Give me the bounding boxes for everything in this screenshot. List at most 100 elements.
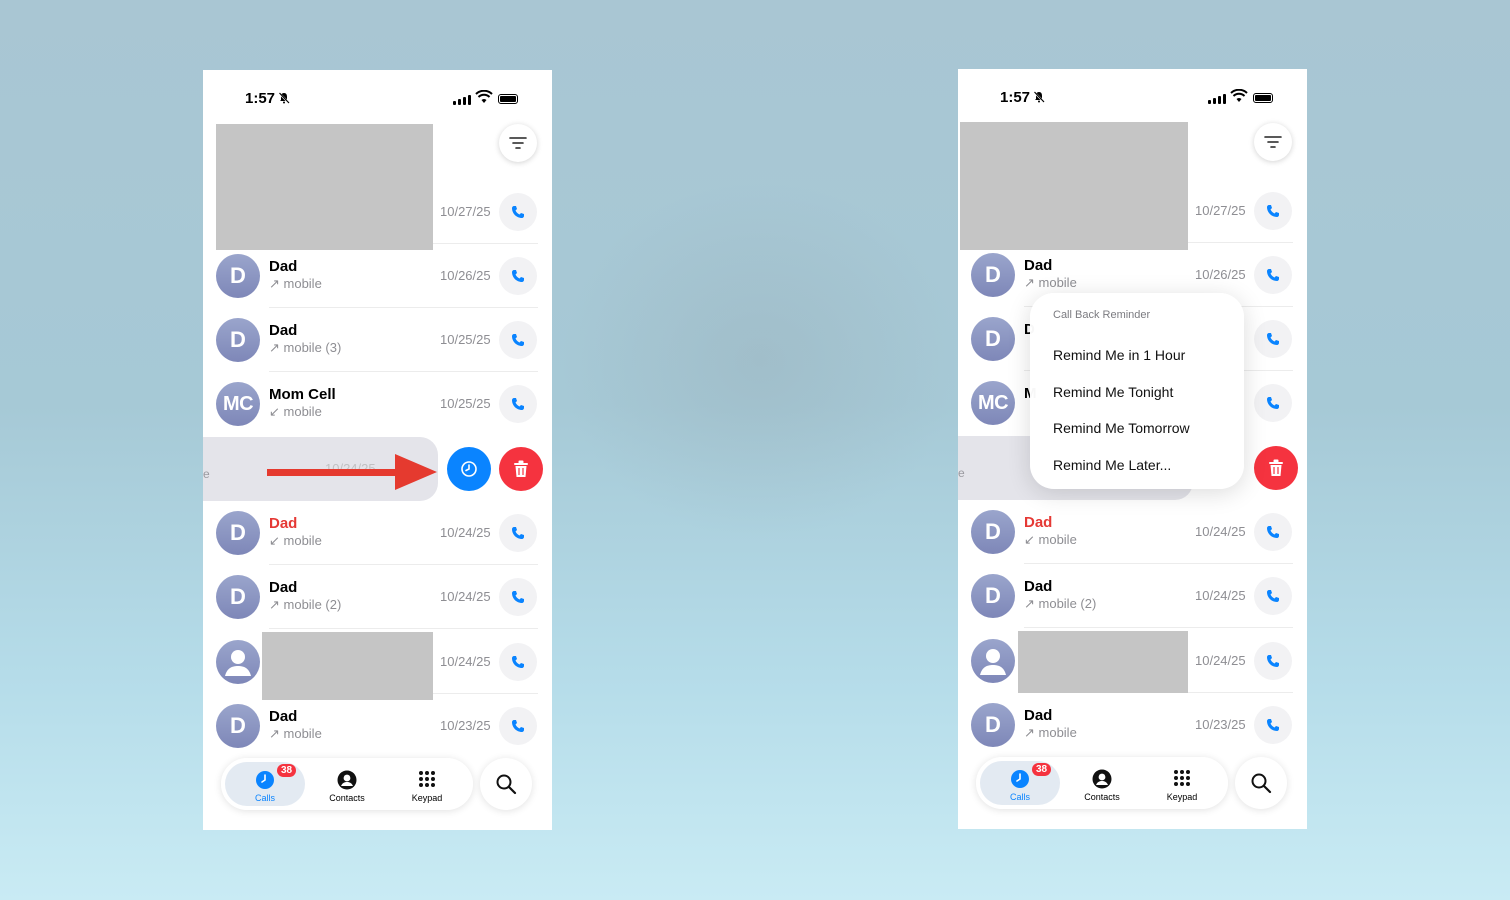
filter-icon — [509, 137, 527, 149]
call-date: 10/27/25 — [1195, 203, 1246, 218]
menu-item-remind-later[interactable]: Remind Me Later... — [1053, 457, 1171, 473]
missed-calls-badge: 38 — [277, 764, 297, 777]
filter-icon — [1264, 136, 1282, 148]
avatar: D — [216, 318, 260, 362]
tab-keypad[interactable]: Keypad — [387, 762, 467, 806]
call-back-button[interactable] — [1254, 642, 1292, 680]
call-back-button[interactable] — [499, 514, 537, 552]
call-type: ↗ mobile — [1024, 725, 1077, 740]
search-button[interactable] — [1235, 757, 1287, 809]
contact-name: Mom Cell — [269, 386, 336, 403]
search-button[interactable] — [480, 758, 532, 810]
call-date: 10/25/25 — [440, 396, 491, 411]
avatar — [971, 639, 1015, 683]
swipe-arrow-icon — [267, 454, 437, 490]
phone-icon — [512, 206, 524, 218]
call-row[interactable]: D Dad ↗ mobile (2) 10/24/25 — [203, 565, 552, 629]
call-back-button[interactable] — [1254, 384, 1292, 422]
clock-icon — [256, 771, 274, 789]
call-type: ↗ mobile (3) — [269, 340, 342, 355]
menu-item-remind-tomorrow[interactable]: Remind Me Tomorrow — [1053, 420, 1190, 436]
menu-item-remind-tonight[interactable]: Remind Me Tonight — [1053, 384, 1173, 400]
search-icon — [1251, 773, 1272, 794]
tab-contacts[interactable]: Contacts — [1062, 761, 1142, 805]
call-date: 10/24/25 — [440, 589, 491, 604]
call-date: 10/24/25 — [440, 525, 491, 540]
call-back-button[interactable] — [1254, 706, 1292, 744]
call-back-button[interactable] — [1254, 256, 1292, 294]
call-type: ↗ mobile (2) — [1024, 596, 1097, 611]
phone-icon — [1267, 655, 1279, 667]
call-back-button[interactable] — [499, 385, 537, 423]
call-row[interactable]: D Dad ↙ mobile 10/24/25 — [958, 500, 1307, 564]
call-row[interactable]: D Dad ↗ mobile (2) 10/24/25 — [958, 564, 1307, 628]
filter-button[interactable] — [1254, 123, 1292, 161]
call-row[interactable]: MC Mom Cell ↙ mobile 10/25/25 — [203, 372, 552, 436]
call-back-button[interactable] — [1254, 192, 1292, 230]
phone-screen-left: 1:57 10/27/25 D Dad ↗ mobile 10/26/25 D … — [203, 70, 552, 830]
avatar: MC — [971, 381, 1015, 425]
contact-name: Dad — [1024, 707, 1053, 724]
silent-bell-icon — [1033, 91, 1045, 106]
tab-keypad[interactable]: Keypad — [1142, 761, 1222, 805]
call-row[interactable]: D Dad ↗ mobile 10/26/25 — [203, 244, 552, 308]
call-back-button[interactable] — [499, 193, 537, 231]
phone-screen-right: 1:57 10/27/25 D Dad ↗ mobile 10/26/25 D … — [958, 69, 1307, 829]
silent-bell-icon — [278, 92, 290, 107]
call-date: 10/27/25 — [440, 204, 491, 219]
call-type: ↙ mobile — [1024, 532, 1077, 547]
avatar: D — [216, 511, 260, 555]
wifi-icon — [475, 90, 493, 103]
call-type: ↗ mobile — [269, 726, 322, 741]
call-back-button[interactable] — [499, 321, 537, 359]
avatar: D — [971, 703, 1015, 747]
contact-name: Dad — [1024, 578, 1053, 595]
phone-icon — [512, 591, 524, 603]
search-icon — [496, 774, 517, 795]
redacted-block — [960, 122, 1188, 250]
call-date: 10/23/25 — [1195, 717, 1246, 732]
battery-icon — [1253, 93, 1273, 103]
background-streak — [560, 180, 960, 540]
call-row[interactable]: D Dad ↗ mobile 10/23/25 — [958, 693, 1307, 757]
call-row[interactable]: D Dad ↗ mobile (3) 10/25/25 — [203, 308, 552, 372]
call-back-button[interactable] — [1254, 513, 1292, 551]
battery-icon — [498, 94, 518, 104]
call-back-button[interactable] — [499, 578, 537, 616]
call-row[interactable]: D Dad ↗ mobile 10/23/25 — [203, 694, 552, 758]
call-back-button[interactable] — [499, 257, 537, 295]
status-bar: 1:57 — [958, 69, 1307, 119]
call-date: 10/24/25 — [440, 654, 491, 669]
call-back-button[interactable] — [1254, 320, 1292, 358]
delete-call-button[interactable] — [499, 447, 543, 491]
menu-item-remind-1-hour[interactable]: Remind Me in 1 Hour — [1053, 347, 1185, 363]
contacts-icon — [1092, 769, 1112, 789]
avatar: D — [216, 575, 260, 619]
avatar — [216, 640, 260, 684]
tab-label: Keypad — [1166, 792, 1198, 802]
contact-name: Dad — [1024, 257, 1053, 274]
tab-contacts[interactable]: Contacts — [307, 762, 387, 806]
delete-call-button[interactable] — [1254, 446, 1298, 490]
call-row[interactable]: D Dad ↙ mobile 10/24/25 — [203, 501, 552, 565]
call-back-reminder-button[interactable] — [447, 447, 491, 491]
call-date: 10/26/25 — [1195, 267, 1246, 282]
tab-calls[interactable]: 38 Calls — [980, 761, 1060, 805]
phone-icon — [1267, 526, 1279, 538]
tab-calls[interactable]: 38 Calls — [225, 762, 305, 806]
contact-name: Dad — [269, 322, 298, 339]
swiped-row-partial-text: e — [203, 467, 210, 481]
call-back-button[interactable] — [499, 707, 537, 745]
phone-icon — [512, 720, 524, 732]
tab-label: Contacts — [1084, 792, 1120, 802]
call-type: ↙ mobile — [269, 404, 322, 419]
call-back-button[interactable] — [499, 643, 537, 681]
contact-name: Dad — [269, 515, 298, 532]
tab-label: Keypad — [411, 793, 443, 803]
keypad-icon — [419, 771, 435, 787]
filter-button[interactable] — [499, 124, 537, 162]
call-back-button[interactable] — [1254, 577, 1292, 615]
phone-icon — [512, 334, 524, 346]
person-icon — [225, 650, 251, 676]
swiped-row-partial-text: e — [958, 466, 965, 480]
